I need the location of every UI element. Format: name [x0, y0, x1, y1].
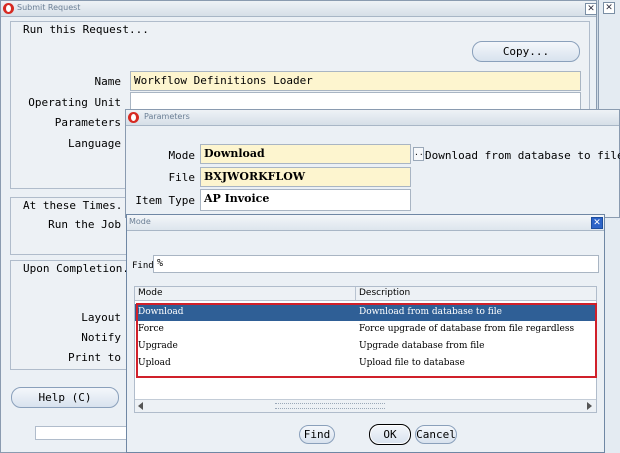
file-field[interactable]: BXJWORKFLOW [200, 167, 411, 187]
cancel-button[interactable]: Cancel [415, 425, 457, 444]
mode-lov-button[interactable]: ... [413, 147, 428, 161]
schedule-group-title: At these Times... [23, 199, 136, 212]
mode-column-header[interactable]: Mode [135, 287, 356, 301]
parameters-title: Parameters [144, 112, 190, 121]
copy-button[interactable]: Copy... [472, 41, 580, 62]
operating-unit-label: Operating Unit [28, 96, 121, 109]
mode-description: Download from database to file [425, 149, 620, 162]
submit-request-titlebar[interactable]: Submit Request ✕ [1, 1, 597, 17]
scroll-thumb[interactable] [275, 403, 385, 409]
mode-column-header-label: Mode [138, 288, 163, 298]
parameters-window: Parameters Mode Download ... Download fr… [125, 109, 620, 218]
name-field[interactable]: Workflow Definitions Loader [130, 71, 581, 91]
description-column-header[interactable]: Description [356, 287, 596, 301]
completion-group-title: Upon Completion... [23, 262, 143, 275]
rows-highlight-box [136, 303, 597, 378]
name-label: Name [94, 75, 122, 88]
parameters-titlebar[interactable]: Parameters [126, 110, 619, 126]
scroll-right-arrow-icon[interactable] [587, 402, 592, 410]
run-job-label: Run the Job [48, 218, 121, 231]
close-icon[interactable]: ✕ [585, 3, 597, 15]
mode-dialog-titlebar[interactable]: Mode ✕ [127, 215, 604, 231]
find-button[interactable]: Find [299, 425, 335, 444]
oracle-logo-icon [128, 112, 139, 123]
find-label: Find [132, 261, 154, 271]
close-icon[interactable]: ✕ [591, 217, 603, 229]
horizontal-scrollbar[interactable] [135, 399, 596, 412]
mode-dialog: Mode ✕ Find % Mode Description Download … [126, 214, 605, 453]
run-request-group-title: Run this Request... [23, 23, 149, 36]
oracle-logo-icon [3, 3, 14, 14]
item-type-label: Item Type [135, 194, 195, 207]
results-table: Mode Description Download Download from … [134, 286, 597, 413]
parameters-label: Parameters [54, 116, 121, 129]
print-to-label: Print to [68, 351, 121, 364]
submit-request-title: Submit Request [17, 3, 81, 12]
description-column-header-label: Description [359, 288, 411, 298]
help-button[interactable]: Help (C) [11, 387, 119, 408]
status-strip [35, 426, 135, 440]
language-label: Language [68, 137, 121, 150]
background-close-icon[interactable]: ✕ [603, 2, 615, 14]
mode-field[interactable]: Download [200, 144, 411, 164]
mode-dialog-title: Mode [129, 217, 151, 226]
file-label: File [168, 171, 196, 184]
find-field[interactable]: % [153, 255, 599, 273]
mode-label: Mode [168, 149, 196, 162]
item-type-field[interactable]: AP Invoice [200, 189, 411, 211]
notify-label: Notify [81, 331, 121, 344]
scroll-left-arrow-icon[interactable] [138, 402, 143, 410]
layout-label: Layout [81, 311, 121, 324]
ok-button[interactable]: OK [369, 424, 411, 445]
